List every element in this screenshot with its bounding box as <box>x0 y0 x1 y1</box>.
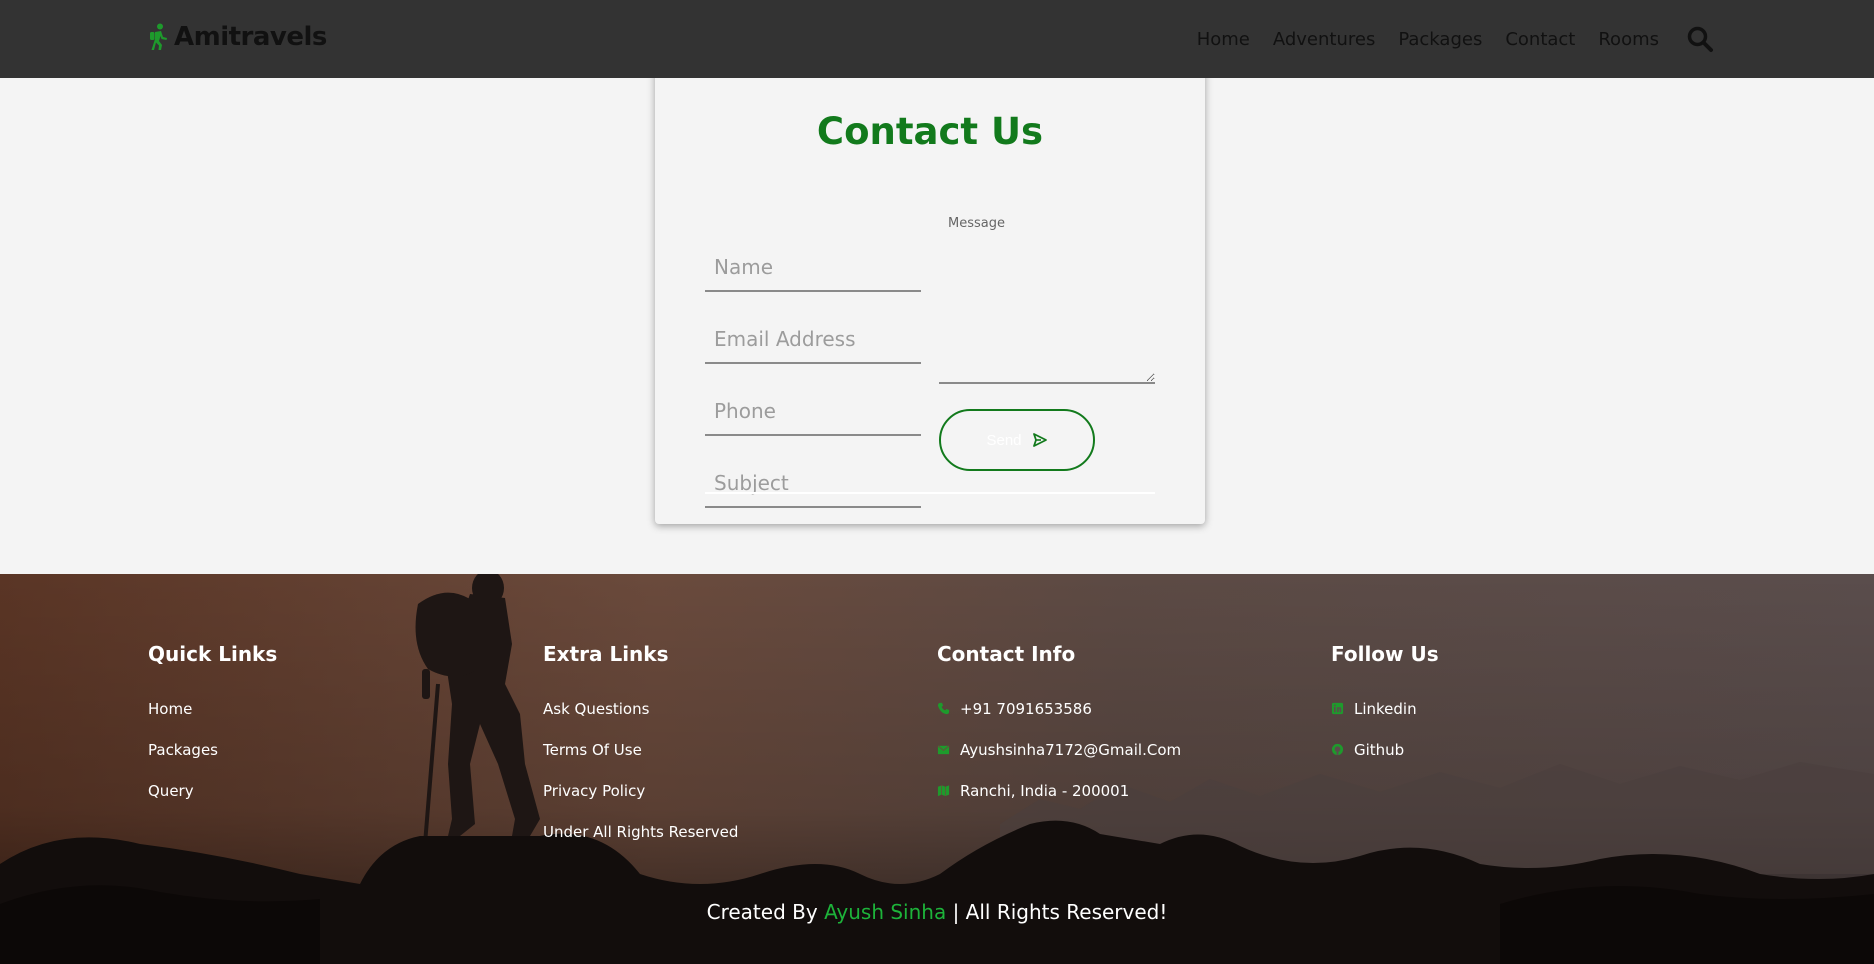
extra-links-column: Extra Links Ask Questions Terms Of Use P… <box>543 642 738 852</box>
site-footer: Quick Links Home Packages Query Extra Li… <box>0 574 1874 964</box>
contact-email-text: Ayushsinha7172@Gmail.Com <box>960 740 1182 759</box>
email-input[interactable] <box>705 316 921 364</box>
send-icon <box>1032 433 1047 447</box>
footer-link-label: Query <box>148 781 194 800</box>
quick-links-title: Quick Links <box>148 642 278 666</box>
footer-link-label: Under All Rights Reserved <box>543 822 739 841</box>
contact-phone-text: +91 7091653586 <box>960 699 1092 718</box>
footer-link-label: Ask Questions <box>543 699 650 718</box>
envelope-icon <box>937 745 950 755</box>
contact-card: Contact Us Send <box>655 60 1205 524</box>
follow-us-title: Follow Us <box>1331 642 1439 666</box>
social-github-label: Github <box>1354 740 1405 759</box>
footer-link-privacy[interactable]: Privacy Policy <box>543 770 738 811</box>
footer-link-terms[interactable]: Terms Of Use <box>543 729 738 770</box>
footer-credit: Created By Ayush Sinha | All Rights Rese… <box>0 900 1874 924</box>
card-divider <box>705 492 1155 494</box>
nav-contact[interactable]: Contact <box>1505 29 1575 50</box>
subject-input[interactable] <box>705 460 921 508</box>
nav-rooms[interactable]: Rooms <box>1598 29 1659 50</box>
github-icon <box>1331 743 1344 756</box>
send-label: Send <box>986 431 1022 449</box>
hiker-icon <box>150 23 167 50</box>
logo[interactable]: Amitravels <box>148 22 327 52</box>
nav-home[interactable]: Home <box>1197 29 1250 50</box>
footer-link-label: Home <box>148 699 193 718</box>
quick-links-column: Quick Links Home Packages Query <box>148 642 277 811</box>
footer-link-label: Terms Of Use <box>543 740 642 759</box>
social-linkedin[interactable]: Linkedin <box>1331 688 1439 729</box>
follow-us-column: Follow Us Linkedin Github <box>1331 642 1439 770</box>
nav-adventures[interactable]: Adventures <box>1273 29 1375 50</box>
contact-phone[interactable]: +91 7091653586 <box>937 688 1181 729</box>
credit-author[interactable]: Ayush Sinha <box>824 900 946 924</box>
footer-link-query[interactable]: Query <box>148 770 277 811</box>
phone-icon <box>937 702 950 715</box>
footer-link-rights[interactable]: Under All Rights Reserved <box>543 811 738 852</box>
site-header: Amitravels Home Adventures Packages Cont… <box>0 0 1874 78</box>
footer-link-label: Packages <box>148 740 218 759</box>
linkedin-icon <box>1331 702 1344 715</box>
social-linkedin-label: Linkedin <box>1354 699 1417 718</box>
contact-email[interactable]: Ayushsinha7172@Gmail.Com <box>937 729 1181 770</box>
contact-info-title: Contact Info <box>937 642 1076 666</box>
search-icon[interactable] <box>1686 25 1714 53</box>
footer-link-label: Privacy Policy <box>543 781 646 800</box>
nav-packages[interactable]: Packages <box>1398 29 1482 50</box>
contact-address-text: Ranchi, India - 200001 <box>960 781 1130 800</box>
extra-links-title: Extra Links <box>543 642 669 666</box>
footer-link-ask-questions[interactable]: Ask Questions <box>543 688 738 729</box>
contact-title: Contact Us <box>816 110 1044 153</box>
credit-prefix: Created By <box>706 900 818 924</box>
social-github[interactable]: Github <box>1331 729 1439 770</box>
message-textarea[interactable] <box>939 200 1155 384</box>
footer-link-home[interactable]: Home <box>148 688 277 729</box>
map-icon <box>937 785 950 797</box>
send-button[interactable]: Send <box>939 409 1095 471</box>
brand-name: Amitravels <box>174 22 327 52</box>
phone-input[interactable] <box>705 388 921 436</box>
contact-info-column: Contact Info +91 7091653586 Ayushsinha71… <box>937 642 1181 811</box>
contact-address[interactable]: Ranchi, India - 200001 <box>937 770 1181 811</box>
name-input[interactable] <box>705 244 921 292</box>
credit-suffix: | All Rights Reserved! <box>952 900 1168 924</box>
footer-link-packages[interactable]: Packages <box>148 729 277 770</box>
main-nav: Home Adventures Packages Contact Rooms <box>1197 0 1714 78</box>
